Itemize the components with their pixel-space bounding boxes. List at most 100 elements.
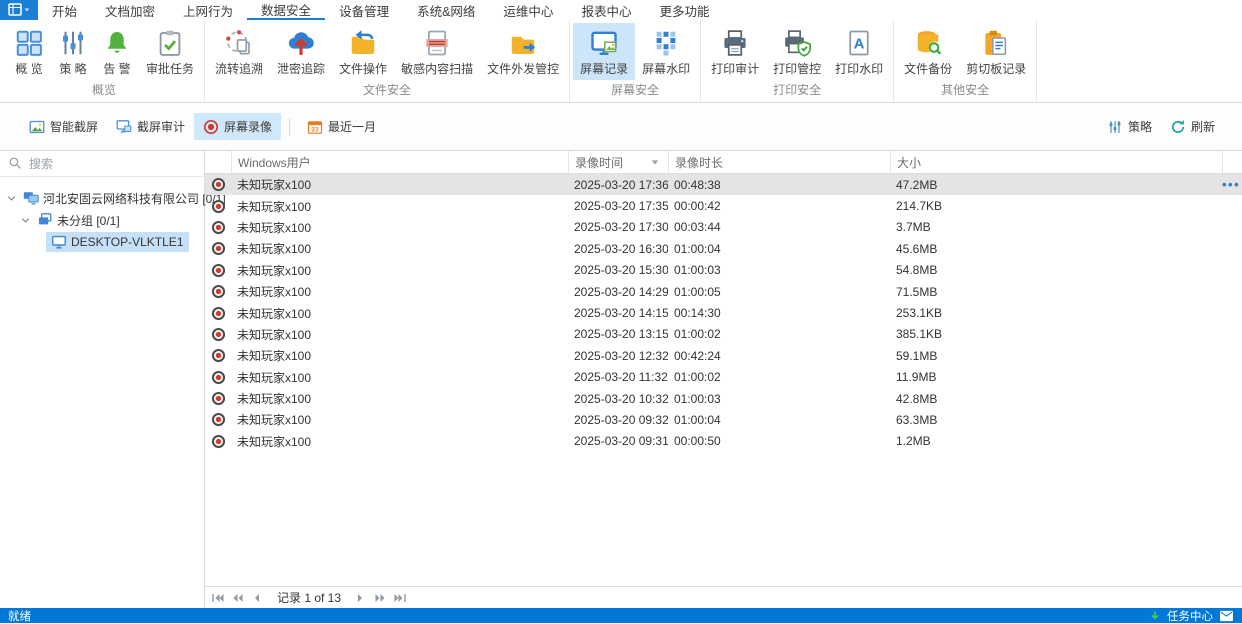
pager-last-button[interactable] <box>391 590 409 606</box>
column-header[interactable]: 录像时长 <box>668 151 890 173</box>
toolbar-button-refresh[interactable]: 刷新 <box>1161 113 1224 140</box>
toolbar-button-label: 策略 <box>1128 118 1152 135</box>
size-cell: 3.7MB <box>890 220 1222 234</box>
pager-next-button[interactable] <box>351 590 369 606</box>
header-spacer-column <box>1222 151 1242 173</box>
task-center-button[interactable]: 任务中心 <box>1167 608 1213 624</box>
menu-tab[interactable]: 报表中心 <box>567 0 645 20</box>
record-cell <box>205 348 231 363</box>
time-cell: 2025-03-20 15:30:04 <box>568 263 668 277</box>
table-row[interactable]: 未知玩家x1002025-03-20 14:29:5901:00:0571.5M… <box>205 281 1242 302</box>
ribbon-button-file-ops[interactable]: 文件操作 <box>332 23 394 80</box>
pager-fast-prev-button[interactable] <box>229 590 247 606</box>
ribbon-button-leak-trace[interactable]: 泄密追踪 <box>270 23 332 80</box>
ribbon-button-label: 打印管控 <box>773 60 821 77</box>
ribbon-button-file-backup[interactable]: 文件备份 <box>897 23 959 80</box>
tree-node-label: DESKTOP-VLKTLE1 <box>71 235 184 249</box>
ribbon-button-file-outgoing[interactable]: 文件外发管控 <box>480 23 566 80</box>
table-row[interactable]: 未知玩家x1002025-03-20 10:32:0701:00:0342.8M… <box>205 388 1242 409</box>
search-box <box>0 151 204 177</box>
column-header[interactable]: 录像时间 <box>568 151 668 173</box>
size-cell: 11.9MB <box>890 370 1222 384</box>
row-more-actions-button[interactable]: ••• <box>1222 177 1240 192</box>
ribbon-group-name: 文件安全 <box>208 80 566 102</box>
table-row[interactable]: 未知玩家x1002025-03-20 17:36:0900:48:3847.2M… <box>205 174 1242 195</box>
pager-first-button[interactable] <box>209 590 227 606</box>
refresh-icon <box>1170 119 1186 135</box>
table-row[interactable]: 未知玩家x1002025-03-20 12:32:1300:42:2459.1M… <box>205 345 1242 366</box>
ribbon-button-label: 剪切板记录 <box>966 60 1026 77</box>
time-cell: 2025-03-20 13:15:14 <box>568 327 668 341</box>
tree-node-label: 未分组 [0/1] <box>57 212 120 229</box>
column-header-label: 大小 <box>897 154 921 171</box>
menu-tab[interactable]: 文档加密 <box>91 0 169 20</box>
column-header[interactable]: 大小 <box>890 151 1222 173</box>
ribbon-button-screen-watermark[interactable]: 屏幕水印 <box>635 23 697 80</box>
toolbar-button-record-dot[interactable]: 屏幕录像 <box>194 113 281 140</box>
menu-tab[interactable]: 开始 <box>38 0 91 20</box>
menu-tab[interactable]: 系统&网络 <box>403 0 489 20</box>
menu-tabs: 开始文档加密上网行为数据安全设备管理系统&网络运维中心报表中心更多功能 <box>38 0 723 20</box>
ribbon-button-alert-bell[interactable]: 告 警 <box>95 23 139 80</box>
user-cell: 未知玩家x100 <box>231 326 568 343</box>
table-row[interactable]: 未知玩家x1002025-03-20 14:15:1600:14:30253.1… <box>205 302 1242 323</box>
ribbon-button-clipboard-record[interactable]: 剪切板记录 <box>959 23 1033 80</box>
table-row[interactable]: 未知玩家x1002025-03-20 09:32:0301:00:0463.3M… <box>205 409 1242 430</box>
menu-tab[interactable]: 运维中心 <box>489 0 567 20</box>
ribbon-button-overview-grid[interactable]: 概 览 <box>7 23 51 80</box>
row-actions-cell: ••• <box>1222 177 1242 192</box>
content-area: 河北安固云网络科技有限公司 [0/1] 未分组 [0/1] DESKTOP-VLKT… <box>0 150 1242 608</box>
ribbon-button-print-watermark[interactable]: A打印水印 <box>828 23 890 80</box>
record-cell <box>205 284 231 299</box>
leak-trace-icon <box>286 28 316 58</box>
svg-text:23: 23 <box>311 126 319 133</box>
time-cell: 2025-03-20 09:31:12 <box>568 434 668 448</box>
ribbon-button-label: 文件操作 <box>339 60 387 77</box>
message-icon[interactable] <box>1219 610 1234 622</box>
search-input[interactable] <box>29 157 196 171</box>
table-row[interactable]: 未知玩家x1002025-03-20 17:35:1400:00:42214.7… <box>205 195 1242 216</box>
ribbon-button-approval-clipboard[interactable]: 审批任务 <box>139 23 201 80</box>
time-cell: 2025-03-20 17:30:12 <box>568 220 668 234</box>
app-menu-button[interactable] <box>0 0 38 20</box>
record-badge-icon <box>211 263 226 278</box>
ribbon-group-name: 屏幕安全 <box>573 80 697 102</box>
ribbon-button-policy-sliders[interactable]: 策 略 <box>51 23 95 80</box>
pager-fast-next-button[interactable] <box>371 590 389 606</box>
table-row[interactable]: 未知玩家x1002025-03-20 11:32:1101:00:0211.9M… <box>205 367 1242 388</box>
table-row[interactable]: 未知玩家x1002025-03-20 15:30:0401:00:0354.8M… <box>205 260 1242 281</box>
toolbar-button-policy-small[interactable]: 策略 <box>1098 113 1161 140</box>
tree-node[interactable]: 未分组 [0/1] <box>0 209 204 231</box>
ribbon-button-trace-flow[interactable]: 流转追溯 <box>208 23 270 80</box>
table-row[interactable]: 未知玩家x1002025-03-20 09:31:1200:00:501.2MB <box>205 431 1242 452</box>
column-header[interactable]: Windows用户 <box>231 151 568 173</box>
ribbon-button-print-audit[interactable]: 打印审计 <box>704 23 766 80</box>
duration-cell: 01:00:04 <box>668 413 890 427</box>
ribbon-group-items: 概 览策 略告 警审批任务 <box>7 20 201 80</box>
menu-tab[interactable]: 设备管理 <box>325 0 403 20</box>
ribbon-button-screen-record[interactable]: 屏幕记录 <box>573 23 635 80</box>
table-row[interactable]: 未知玩家x1002025-03-20 17:30:1200:03:443.7MB <box>205 217 1242 238</box>
ribbon-button-content-scan[interactable]: 敏感内容扫描 <box>394 23 480 80</box>
size-cell: 45.6MB <box>890 242 1222 256</box>
table-row[interactable]: 未知玩家x1002025-03-20 16:30:0701:00:0445.6M… <box>205 238 1242 259</box>
tree-node-inner: 未分组 [0/1] <box>32 210 125 231</box>
ribbon-button-print-control[interactable]: 打印管控 <box>766 23 828 80</box>
duration-cell: 00:42:24 <box>668 349 890 363</box>
toolbar-button-smart-capture[interactable]: 智能截屏 <box>20 113 107 140</box>
sort-dropdown-icon[interactable] <box>650 157 660 167</box>
tree-node[interactable]: 河北安固云网络科技有限公司 [0/1] <box>0 187 204 209</box>
menu-tab[interactable]: 更多功能 <box>645 0 723 20</box>
table-row[interactable]: 未知玩家x1002025-03-20 13:15:1401:00:02385.1… <box>205 324 1242 345</box>
pager-prev-button[interactable] <box>249 590 267 606</box>
tree-node[interactable]: DESKTOP-VLKTLE1 <box>0 231 204 253</box>
duration-cell: 00:00:50 <box>668 434 890 448</box>
device-tree-panel: 河北安固云网络科技有限公司 [0/1] 未分组 [0/1] DESKTOP-VLKT… <box>0 151 205 608</box>
toolbar-button-calendar-23[interactable]: 23最近一月 <box>298 113 385 140</box>
toolbar-button-capture-audit[interactable]: 截屏审计 <box>107 113 194 140</box>
menu-tab[interactable]: 数据安全 <box>247 0 325 20</box>
menu-tab[interactable]: 上网行为 <box>169 0 247 20</box>
print-control-icon <box>782 28 812 58</box>
column-header-label: 录像时间 <box>575 154 623 171</box>
ribbon-group: 流转追溯泄密追踪文件操作敏感内容扫描文件外发管控文件安全 <box>205 20 570 102</box>
